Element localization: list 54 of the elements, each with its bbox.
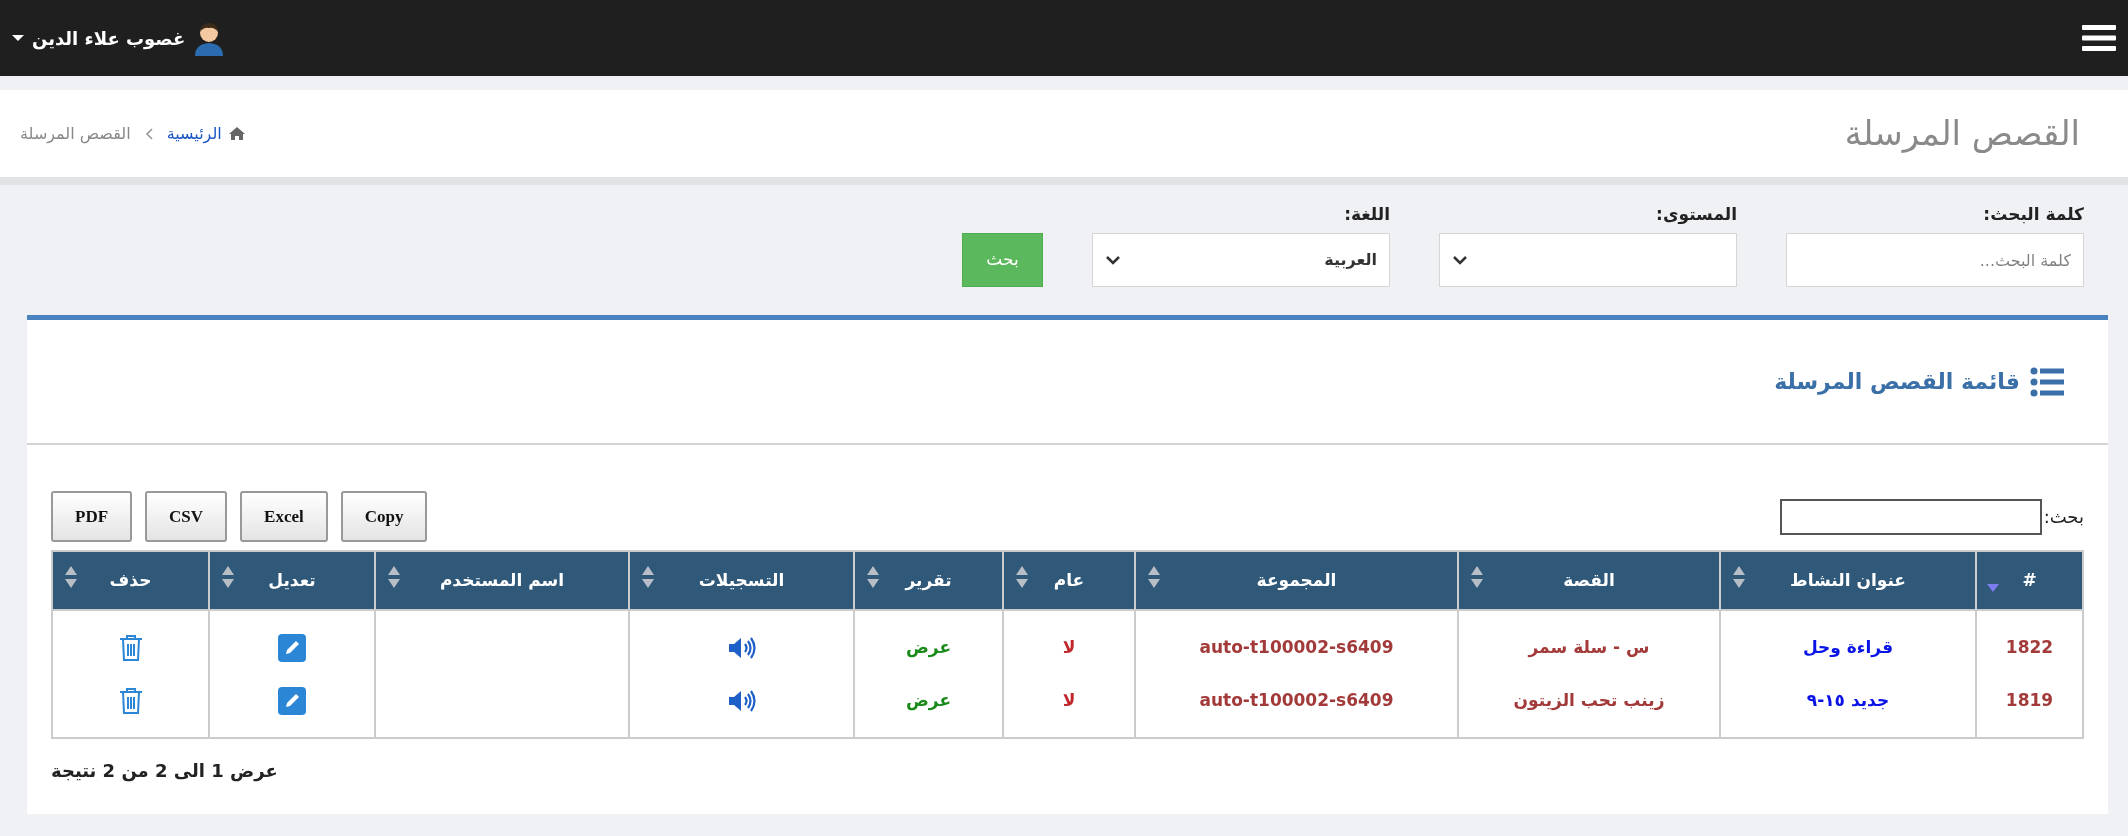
- column-header[interactable]: اسم المستخدم: [375, 551, 629, 610]
- dropdown[interactable]: العربية: [1092, 233, 1390, 287]
- edit-icon[interactable]: [278, 633, 306, 662]
- column-header[interactable]: #: [1976, 551, 2083, 610]
- panel-title: قائمة القصص المرسلة: [1774, 368, 2020, 397]
- search-label: بحث:: [2043, 505, 2084, 529]
- edit-icon[interactable]: [278, 686, 306, 715]
- caret-icon: [12, 34, 24, 42]
- list-icon: [2030, 366, 2064, 397]
- table-cell: 1819: [1976, 674, 2083, 738]
- column-header[interactable]: التسجيلات: [629, 551, 854, 610]
- export-button[interactable]: CSV: [145, 491, 228, 542]
- table-info: عرض 1 الى 2 من 2 نتيجة: [51, 759, 279, 784]
- column-header[interactable]: حذف: [52, 551, 209, 610]
- user-name: غصوب علاء الدين: [32, 26, 186, 52]
- table-cell: س - سلة سمر: [1458, 610, 1720, 674]
- export-button[interactable]: Copy: [340, 491, 428, 542]
- breadcrumb-link[interactable]: الرئيسية: [166, 121, 246, 146]
- view-report-link[interactable]: عرض: [905, 636, 952, 657]
- activity-link[interactable]: قراءة وحل: [1802, 636, 1894, 657]
- menu-icon[interactable]: [2082, 23, 2116, 53]
- field-label: اللغة:: [1343, 202, 1390, 226]
- column-header[interactable]: القصة: [1458, 551, 1720, 610]
- table-cell: لا: [1003, 674, 1135, 738]
- activity-link[interactable]: جديد ١٥-٩: [1806, 689, 1890, 710]
- page-title: القصص المرسلة: [1844, 112, 2080, 155]
- search-keyword-field[interactable]: كلمة البحث...: [1786, 233, 2084, 287]
- table-cell: لا: [1003, 610, 1135, 674]
- table-search-field[interactable]: [1779, 498, 2042, 535]
- column-header[interactable]: تعديل: [209, 551, 375, 610]
- table-cell: زينب تحب الزيتون: [1458, 674, 1720, 738]
- export-button[interactable]: PDF: [51, 491, 133, 542]
- view-report-link[interactable]: عرض: [905, 689, 952, 710]
- chevron-down-icon: [1105, 255, 1121, 265]
- avatar-icon: [193, 20, 226, 56]
- field-label: المستوى:: [1655, 202, 1737, 226]
- speaker-icon[interactable]: [727, 635, 756, 660]
- speaker-icon[interactable]: [727, 688, 756, 713]
- delete-icon[interactable]: [118, 633, 143, 662]
- column-header[interactable]: تقرير: [854, 551, 1003, 610]
- breadcrumb-current: القصص المرسلة: [20, 122, 131, 146]
- column-header[interactable]: عام: [1003, 551, 1135, 610]
- user-menu[interactable]: غصوب علاء الدين: [12, 20, 226, 56]
- field-label: كلمة البحث:: [1982, 202, 2084, 226]
- chevron-down-icon: [1452, 255, 1468, 265]
- export-button[interactable]: Excel: [240, 491, 328, 542]
- chevron-icon: [144, 127, 153, 140]
- column-header[interactable]: عنوان النشاط: [1720, 551, 1976, 610]
- delete-icon[interactable]: [118, 686, 143, 715]
- table-cell: auto-t100002-s6409: [1135, 674, 1458, 738]
- home-icon: [227, 126, 246, 141]
- table-cell: 1822: [1976, 610, 2083, 674]
- column-header[interactable]: المجموعة: [1135, 551, 1458, 610]
- table-cell: auto-t100002-s6409: [1135, 610, 1458, 674]
